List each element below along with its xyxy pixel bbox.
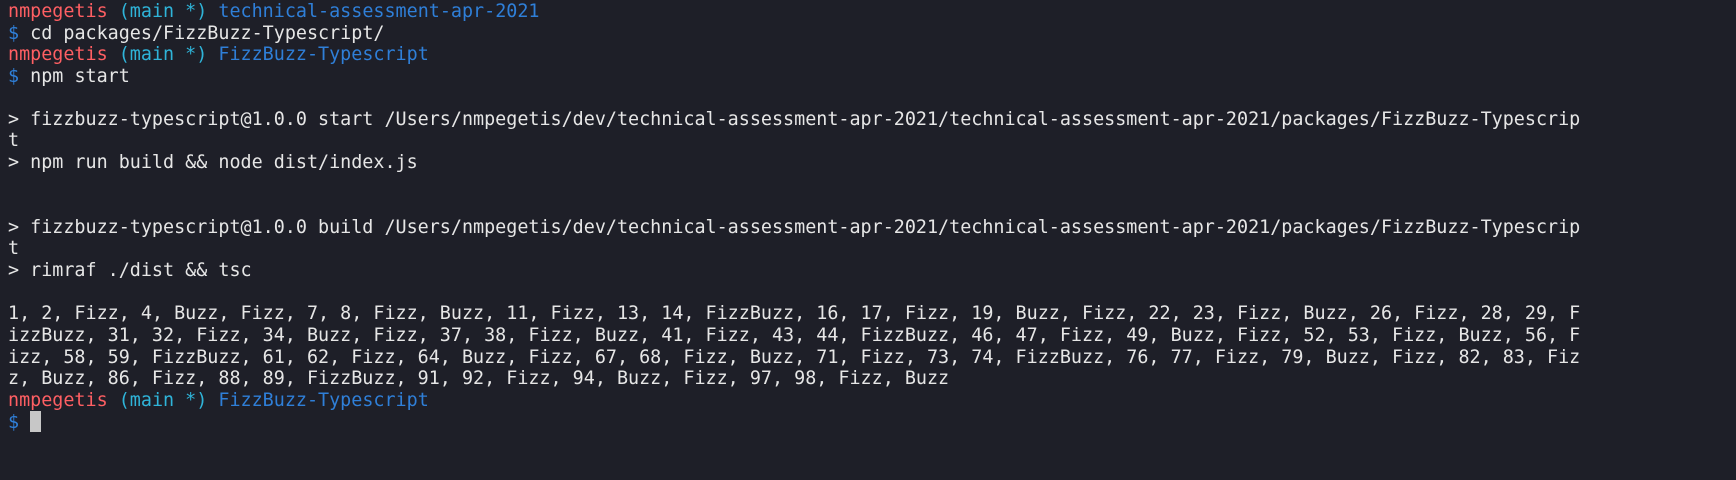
prompt-line: nmpegetis (main *) technical-assessment-…: [8, 0, 539, 24]
prompt-symbol: $: [8, 412, 20, 433]
output-line: t: [8, 130, 20, 151]
prompt-user: nmpegetis: [8, 1, 108, 22]
output-line: > rimraf ./dist && tsc: [8, 260, 252, 281]
output-line: t: [8, 238, 20, 259]
text-cursor[interactable]: [30, 411, 42, 432]
prompt-line: nmpegetis (main *) FizzBuzz-Typescript: [8, 43, 429, 67]
fizzbuzz-output-line: 1, 2, Fizz, 4, Buzz, Fizz, 7, 8, Fizz, B…: [8, 303, 1581, 324]
output-line: > fizzbuzz-typescript@1.0.0 build /Users…: [8, 217, 1581, 238]
prompt-directory: FizzBuzz-Typescript: [218, 390, 429, 411]
fizzbuzz-output-line: izzBuzz, 31, 32, Fizz, 34, Buzz, Fizz, 3…: [8, 325, 1581, 346]
active-command-line[interactable]: $: [8, 411, 42, 435]
prompt-directory: technical-assessment-apr-2021: [218, 1, 540, 22]
prompt-symbol: $: [8, 66, 20, 87]
command-text: npm start: [30, 66, 130, 87]
output-line: > fizzbuzz-typescript@1.0.0 start /Users…: [8, 109, 1581, 130]
prompt-symbol: $: [8, 23, 20, 44]
command-text: cd packages/FizzBuzz-Typescript/: [30, 23, 385, 44]
prompt-user: nmpegetis: [8, 390, 108, 411]
prompt-branch: (main *): [118, 390, 208, 411]
fizzbuzz-output-line: z, Buzz, 86, Fizz, 88, 89, FizzBuzz, 91,…: [8, 368, 950, 389]
prompt-user: nmpegetis: [8, 44, 108, 65]
command-line: $ npm start: [8, 65, 130, 89]
terminal-window[interactable]: nmpegetis (main *) technical-assessment-…: [0, 0, 1736, 480]
prompt-directory: FizzBuzz-Typescript: [218, 44, 429, 65]
output-line: > npm run build && node dist/index.js: [8, 152, 418, 173]
prompt-branch: (main *): [118, 44, 208, 65]
prompt-branch: (main *): [118, 1, 208, 22]
prompt-line: nmpegetis (main *) FizzBuzz-Typescript: [8, 389, 429, 413]
